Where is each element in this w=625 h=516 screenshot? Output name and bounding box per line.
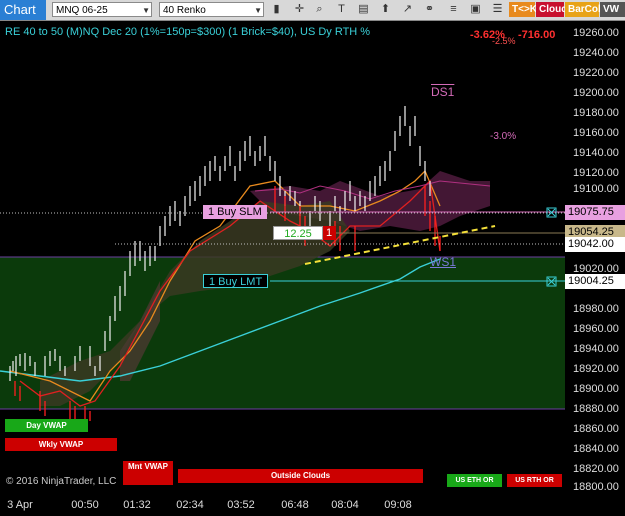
time-axis[interactable]: 3 Apr 00:50 01:32 02:34 03:52 06:48 08:0… [0,495,565,516]
y-tick: 18940.00 [573,343,619,355]
vw-button[interactable]: VW [600,2,625,17]
chart-title: RE 40 to 50 (M)NQ Dec 20 (1%=150p=$300) … [5,26,371,38]
barcol-button[interactable]: BarCol [565,2,601,17]
crosshair-icon[interactable]: ✛ [292,2,307,17]
ws1-label: WS1 [430,255,457,269]
interval-value: 40 Renko [163,5,206,16]
y-tick: 19140.00 [573,147,619,159]
y-tick: 19120.00 [573,167,619,179]
y-tick: 18840.00 [573,443,619,455]
y-tick: 19240.00 [573,47,619,59]
y-tick: 18820.00 [573,463,619,475]
buy-slm-price-tag: 19075.75 [565,205,625,220]
mnt-vwap-bar: Mnt VWAP [123,461,173,472]
position-qty[interactable]: 1 [323,226,336,240]
outside-clouds-bar: Outside Clouds [178,469,423,483]
x-tick: 00:50 [71,499,99,511]
ds1-label: DS1 [431,85,455,99]
draw-icon[interactable]: ⬆ [378,2,393,17]
x-tick: 02:34 [176,499,204,511]
instrument-value: MNQ 06-25 [56,5,108,16]
interval-selector[interactable]: 40 Renko ▼ [159,2,264,17]
y-tick: 19180.00 [573,107,619,119]
more-icon[interactable]: ≡ [446,2,461,17]
cloud-button[interactable]: Cloud [536,2,567,17]
buy-lmt-price-tag: 19004.25 [565,274,625,289]
y-tick: 19220.00 [573,67,619,79]
y-tick: 18900.00 [573,383,619,395]
y-tick: 19100.00 [573,183,619,195]
x-tick: 3 Apr [7,499,33,511]
y-tick: 19200.00 [573,87,619,99]
zoom-icon[interactable]: ⌕ [312,2,327,17]
settings-icon[interactable]: ☰ [490,2,505,17]
y-tick: 19260.00 [573,27,619,39]
properties-icon[interactable]: ▤ [356,2,371,17]
buy-lmt-order[interactable]: 1 Buy LMT [203,274,269,288]
us-rth-or-bar: US RTH OR [507,474,562,487]
link-icon[interactable]: ⚭ [422,2,437,17]
tk-button[interactable]: T<>K [509,2,537,17]
x-tick: 09:08 [384,499,412,511]
y-tick: 18980.00 [573,303,619,315]
text-icon[interactable]: T [334,2,349,17]
wkly-vwap-bar: Wkly VWAP [5,438,117,451]
mnt-vwap-bar-lower [123,472,173,485]
pnl-usd: -716.00 [518,29,556,41]
y-tick: 18860.00 [573,423,619,435]
y-tick: 18960.00 [573,323,619,335]
buy-slm-order[interactable]: 1 Buy SLM [203,205,267,219]
chart-trader-icon[interactable]: ▣ [468,2,483,17]
y-tick: 18920.00 [573,363,619,375]
day-vwap-bar: Day VWAP [5,419,88,432]
x-tick: 08:04 [331,499,359,511]
x-tick: 06:48 [281,499,309,511]
copyright-text: © 2016 NinjaTrader, LLC [6,476,117,487]
strategy-icon[interactable]: ↗ [400,2,415,17]
instrument-selector[interactable]: MNQ 06-25 ▼ [52,2,152,17]
y-tick: 19160.00 [573,127,619,139]
us-eth-or-bar: US ETH OR [447,474,502,487]
position-pnl: 12.25 [273,226,323,240]
x-tick: 01:32 [123,499,151,511]
pnl-percent-small: -2.5% [492,36,516,46]
window-title: Chart [0,0,46,20]
x-tick: 03:52 [227,499,255,511]
price-chart[interactable]: RE 40 to 50 (M)NQ Dec 20 (1%=150p=$300) … [0,21,565,495]
chevron-down-icon: ▼ [254,6,262,15]
pct-label: -3.0% [490,131,517,142]
chevron-down-icon: ▼ [142,6,150,15]
chart-toolbar: Chart MNQ 06-25 ▼ 40 Renko ▼ ▮ ✛ ⌕ T ▤ ⬆… [0,0,625,21]
y-tick: 18800.00 [573,481,619,493]
last-price-tag: 19042.00 [565,237,625,252]
bar-style-icon[interactable]: ▮ [269,2,284,17]
price-axis[interactable]: 19260.00 19240.00 19220.00 19200.00 1918… [565,21,625,495]
y-tick: 18880.00 [573,403,619,415]
